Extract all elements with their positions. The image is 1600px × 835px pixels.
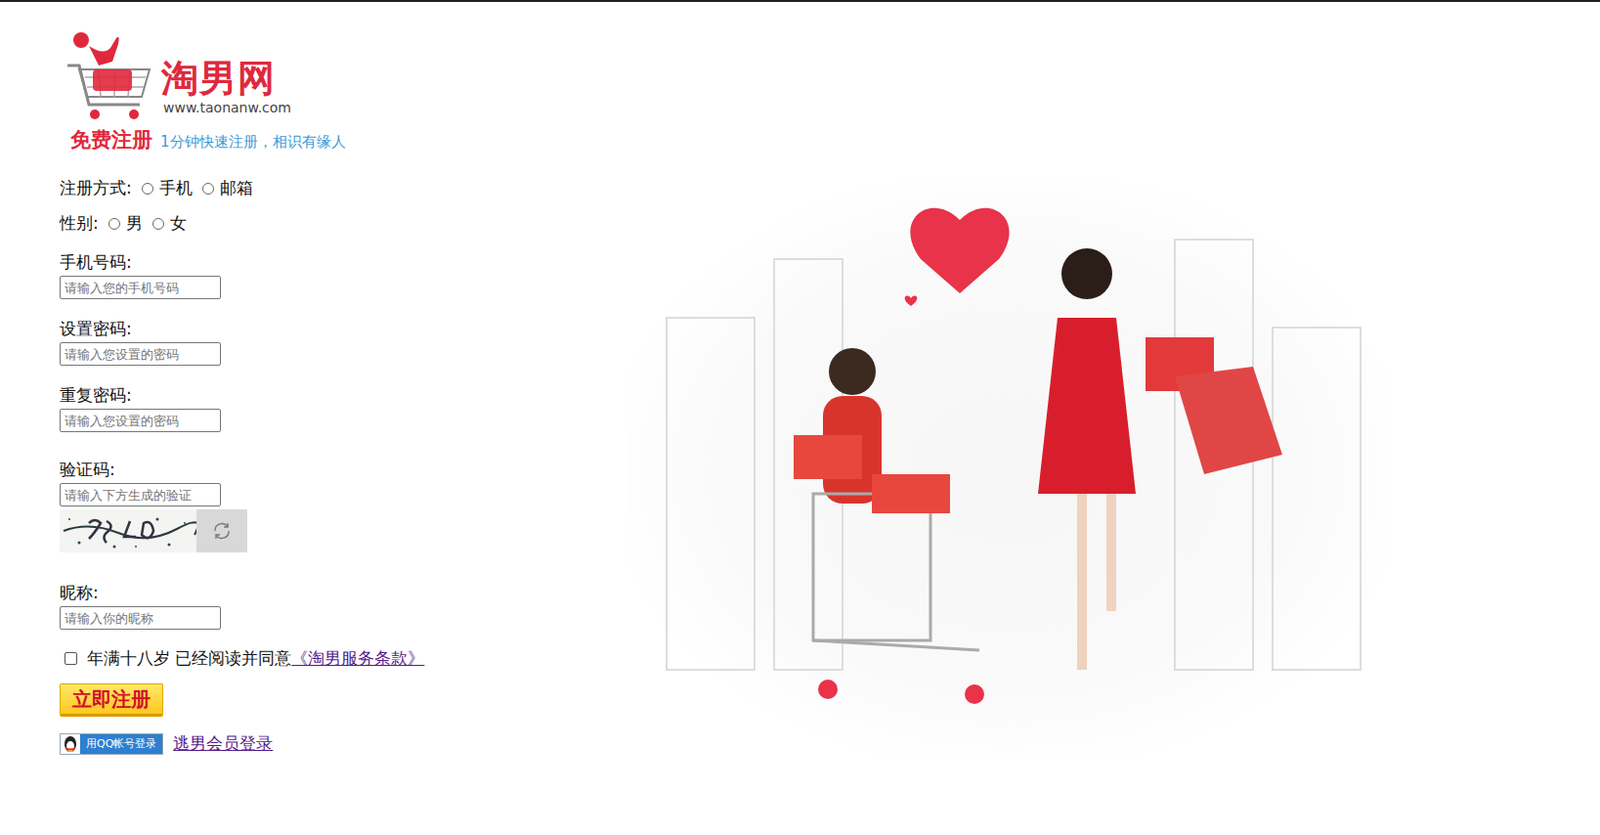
tagline-title: 免费注册	[70, 126, 153, 154]
qq-login-button[interactable]: 用QQ帐号登录	[59, 733, 164, 755]
agreement-text: 年满十八岁 已经阅读并同意	[86, 647, 292, 670]
radio-button[interactable]	[152, 217, 165, 230]
submit-row: 立即注册	[59, 683, 567, 717]
couple-shopping-illustration-icon	[627, 180, 1390, 758]
nickname-input[interactable]	[59, 605, 221, 630]
logo-main: 淘男网www.taonanw.com	[59, 26, 567, 125]
tagline-text: 1分钟快速注册，相识有缘人	[160, 132, 346, 152]
phone-input[interactable]	[59, 275, 221, 300]
nickname-label: 昵称:	[59, 582, 567, 603]
penguin-icon	[62, 735, 79, 753]
gender-label: 性别:	[59, 212, 99, 235]
option-label[interactable]: 手机	[159, 176, 193, 200]
refresh-icon	[211, 519, 233, 542]
tagline: 免费注册 1分钟快速注册，相识有缘人	[59, 126, 567, 154]
agreement-checkbox[interactable]	[64, 651, 78, 665]
password-label: 设置密码:	[59, 318, 567, 339]
captcha-input[interactable]	[59, 482, 221, 507]
phone-group: 手机号码:	[59, 252, 567, 300]
refresh-button[interactable]	[196, 509, 248, 553]
logo-name: 淘男网	[161, 57, 292, 101]
shopping-cart-icon	[59, 26, 158, 125]
logo-url: www.taonanw.com	[161, 99, 292, 117]
repeat-password-input[interactable]	[59, 408, 221, 433]
register-method-option[interactable]: 邮箱	[202, 176, 254, 200]
agreement-row: 年满十八岁 已经阅读并同意《淘男服务条款》	[59, 647, 567, 670]
gender-option[interactable]: 女	[152, 212, 187, 235]
captcha-noise-icon	[59, 509, 197, 553]
qq-icon-box	[60, 734, 81, 754]
site-logo[interactable]: 淘男网www.taonanw.com 免费注册 1分钟快速注册，相识有缘人	[59, 26, 567, 154]
captcha-group: 验证码:	[59, 459, 567, 553]
option-label[interactable]: 邮箱	[219, 176, 254, 200]
captcha-image	[59, 509, 197, 553]
logo-texts: 淘男网www.taonanw.com	[161, 57, 292, 125]
radio-button[interactable]	[141, 182, 154, 195]
radio-button[interactable]	[202, 182, 215, 195]
phone-label: 手机号码:	[59, 252, 567, 272]
register-button[interactable]: 立即注册	[59, 683, 164, 717]
register-method-label: 注册方式:	[59, 176, 132, 200]
register-method-row: 注册方式: 手机 邮箱	[59, 176, 567, 200]
register-panel: 淘男网www.taonanw.com 免费注册 1分钟快速注册，相识有缘人注册方式:…	[0, 1, 567, 755]
repeat-password-label: 重复密码:	[59, 385, 567, 405]
gender-option[interactable]: 男	[108, 212, 143, 235]
radio-button[interactable]	[108, 217, 121, 230]
qq-login-label[interactable]: 用QQ帐号登录	[80, 734, 163, 754]
terms-link[interactable]: 《淘男服务条款》	[291, 647, 425, 670]
password-input[interactable]	[59, 342, 221, 366]
captcha-label: 验证码:	[59, 459, 567, 479]
gender-row: 性别: 男 女	[59, 212, 567, 235]
password-group: 设置密码:	[59, 318, 567, 366]
repeat-password-group: 重复密码:	[59, 385, 567, 433]
member-login-link[interactable]: 逃男会员登录	[172, 732, 273, 755]
register-method-option[interactable]: 手机	[141, 176, 193, 200]
option-label[interactable]: 男	[126, 212, 143, 235]
nickname-group: 昵称:	[59, 582, 567, 630]
promo-photo	[627, 180, 1390, 758]
option-label[interactable]: 女	[170, 212, 187, 235]
login-row: 用QQ帐号登录逃男会员登录	[59, 732, 567, 755]
captcha-box	[59, 509, 567, 553]
